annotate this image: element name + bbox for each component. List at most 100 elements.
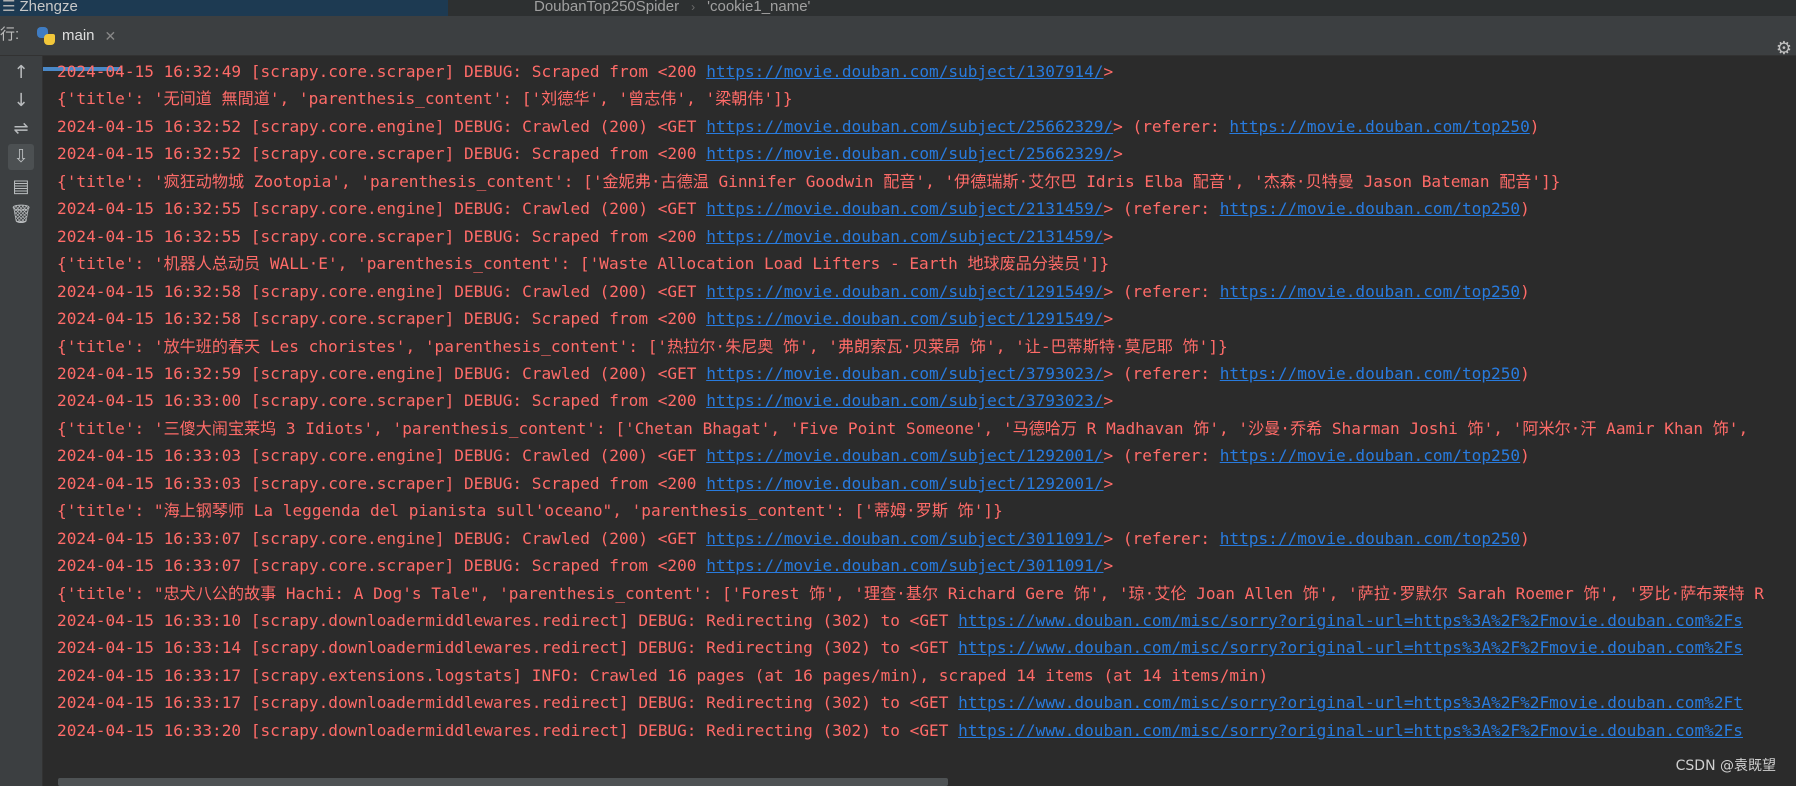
console-text: > — [1103, 309, 1114, 329]
console-text: 2024-04-15 16:32:59 [scrapy.core.engine]… — [57, 363, 707, 383]
scroll-to-end-icon[interactable]: ⇩ — [8, 144, 34, 170]
console-text: 2024-04-15 16:32:52 [scrapy.core.scraper… — [57, 144, 707, 164]
console-text: > — [1103, 62, 1114, 81]
console-link[interactable]: https://movie.douban.com/top250 — [1220, 199, 1520, 218]
console-link[interactable]: https://www.douban.com/misc/sorry?origin… — [958, 638, 1743, 657]
console-text: 2024-04-15 16:33:17 [scrapy.downloadermi… — [57, 693, 959, 713]
console-text: > (referer: — [1103, 363, 1220, 383]
console-text: 2024-04-15 16:32:55 [scrapy.core.scraper… — [57, 226, 707, 246]
console-link[interactable]: https://movie.douban.com/subject/3011091… — [706, 529, 1103, 548]
console-line: 2024-04-15 16:33:07 [scrapy.core.engine]… — [57, 528, 1530, 550]
close-icon[interactable]: ✕ — [105, 29, 117, 43]
console-link[interactable]: https://movie.douban.com/subject/1307914… — [706, 62, 1103, 81]
console-line: {'title': '机器人总动员 WALL·E', 'parenthesis_… — [57, 253, 1109, 275]
console-link[interactable]: https://movie.douban.com/subject/2566232… — [706, 144, 1113, 163]
console-text: 2024-04-15 16:33:10 [scrapy.downloadermi… — [57, 611, 959, 630]
console-line: {'title': '无间道 無間道', 'parenthesis_conten… — [57, 88, 793, 110]
console-link[interactable]: https://www.douban.com/misc/sorry?origin… — [958, 721, 1743, 740]
console-line: 2024-04-15 16:33:17 [scrapy.extensions.l… — [57, 665, 1268, 687]
console-link[interactable]: https://movie.douban.com/top250 — [1229, 117, 1529, 136]
console-text: {'title': '放牛班的春天 Les choristes', 'paren… — [57, 336, 1228, 356]
breadcrumb-symbol[interactable]: 'cookie1_name' — [707, 0, 810, 15]
console-text: > — [1113, 144, 1123, 164]
horizontal-scrollbar[interactable] — [58, 778, 948, 786]
console-text: {'title': "海上钢琴师 La leggenda del pianist… — [57, 501, 1003, 521]
console-link[interactable]: https://movie.douban.com/subject/3011091… — [706, 556, 1103, 575]
console-link[interactable]: https://movie.douban.com/top250 — [1220, 529, 1520, 548]
console-line: 2024-04-15 16:33:14 [scrapy.downloadermi… — [57, 637, 1743, 659]
console-text: > (referer: — [1103, 281, 1220, 301]
console-link[interactable]: https://movie.douban.com/subject/2566232… — [706, 117, 1113, 136]
console-link[interactable]: https://movie.douban.com/top250 — [1220, 364, 1520, 383]
console-link[interactable]: https://movie.douban.com/subject/1292001… — [706, 446, 1103, 465]
console-line: 2024-04-15 16:33:20 [scrapy.downloadermi… — [57, 720, 1743, 742]
console-line: 2024-04-15 16:33:03 [scrapy.core.scraper… — [57, 473, 1113, 495]
console-line: {'title': '疯狂动物城 Zootopia', 'parenthesis… — [57, 171, 1560, 193]
console-link[interactable]: https://movie.douban.com/top250 — [1220, 282, 1520, 301]
breadcrumb-file[interactable]: DoubanTop250Spider — [534, 0, 679, 15]
console-link[interactable]: https://movie.douban.com/subject/1292001… — [706, 474, 1103, 493]
console-text: > — [1103, 556, 1114, 576]
console-toolbar: ↑ ↓ ⇌ ⇩ ▤ 🗑 — [0, 56, 43, 786]
console-line: 2024-04-15 16:32:49 [scrapy.core.scraper… — [57, 61, 1113, 83]
project-panel-header[interactable]: ☰ Zhengze — [0, 0, 448, 16]
console-link[interactable]: https://www.douban.com/misc/sorry?origin… — [958, 693, 1743, 712]
console-text: > — [1103, 391, 1114, 411]
console-text: ) — [1520, 281, 1530, 301]
console-link[interactable]: https://movie.douban.com/subject/3793023… — [706, 391, 1103, 410]
trash-icon[interactable]: 🗑 — [8, 202, 34, 228]
console-line: 2024-04-15 16:32:55 [scrapy.core.scraper… — [57, 226, 1113, 248]
console-text: 2024-04-15 16:32:58 [scrapy.core.engine]… — [57, 281, 707, 301]
console-line: 2024-04-15 16:33:00 [scrapy.core.scraper… — [57, 390, 1113, 412]
console-text: 2024-04-15 16:32:49 [scrapy.core.scraper… — [57, 62, 707, 81]
console-output[interactable]: 2024-04-15 16:32:49 [scrapy.core.scraper… — [43, 56, 1796, 778]
print-icon[interactable]: ▤ — [8, 174, 34, 200]
console-line: 2024-04-15 16:33:17 [scrapy.downloadermi… — [57, 692, 1743, 714]
breadcrumb-separator-icon: › — [691, 0, 696, 14]
console-link[interactable]: https://movie.douban.com/subject/3793023… — [706, 364, 1103, 383]
console-text: {'title': '机器人总动员 WALL·E', 'parenthesis_… — [57, 254, 1110, 274]
console-text: > (referer: — [1103, 446, 1220, 466]
console-link[interactable]: https://www.douban.com/misc/sorry?origin… — [958, 611, 1743, 630]
breadcrumb: DoubanTop250Spider › 'cookie1_name' — [534, 0, 810, 16]
console-text: {'title': "忠犬八公的故事 Hachi: A Dog's Tale",… — [57, 583, 1764, 603]
down-arrow-icon[interactable]: ↓ — [8, 88, 34, 114]
console-line: 2024-04-15 16:32:52 [scrapy.core.scraper… — [57, 143, 1123, 165]
top-navigation-bar: ☰ Zhengze DoubanTop250Spider › 'cookie1_nam… — [0, 0, 1796, 16]
project-name: Zhengze — [19, 0, 78, 15]
console-text: > (referer: — [1103, 528, 1220, 548]
up-arrow-icon[interactable]: ↑ — [8, 60, 34, 86]
console-line: 2024-04-15 16:32:55 [scrapy.core.engine]… — [57, 198, 1530, 220]
console-line: {'title': '三傻大闹宝莱坞 3 Idiots', 'parenthes… — [57, 418, 1748, 440]
console-text: 2024-04-15 16:33:17 [scrapy.extensions.l… — [57, 665, 1269, 685]
console-text: > (referer: — [1113, 116, 1230, 136]
console-text: ) — [1520, 528, 1530, 548]
console-text: 2024-04-15 16:33:07 [scrapy.core.scraper… — [57, 556, 707, 576]
console-link[interactable]: https://movie.douban.com/subject/1291549… — [706, 282, 1103, 301]
tab-main[interactable]: main ✕ — [34, 20, 122, 51]
console-text: 2024-04-15 16:32:55 [scrapy.core.engine]… — [57, 199, 707, 219]
console-text: 2024-04-15 16:33:14 [scrapy.downloadermi… — [57, 638, 959, 658]
console-text: {'title': '疯狂动物城 Zootopia', 'parenthesis… — [57, 171, 1561, 191]
console-link[interactable]: https://movie.douban.com/subject/2131459… — [706, 227, 1103, 246]
console-text: 2024-04-15 16:33:07 [scrapy.core.engine]… — [57, 528, 707, 548]
console-text: 2024-04-15 16:32:58 [scrapy.core.scraper… — [57, 309, 707, 329]
console-text: 2024-04-15 16:33:03 [scrapy.core.scraper… — [57, 473, 707, 493]
console-text: > (referer: — [1103, 199, 1220, 219]
console-line: 2024-04-15 16:32:59 [scrapy.core.engine]… — [57, 363, 1530, 385]
soft-wrap-icon[interactable]: ⇌ — [8, 116, 34, 142]
console-text: ) — [1529, 116, 1540, 136]
console-text: {'title': '三傻大闹宝莱坞 3 Idiots', 'parenthes… — [57, 418, 1749, 438]
console-text: > — [1103, 473, 1114, 493]
console-text: {'title': '无间道 無間道', 'parenthesis_conten… — [57, 89, 793, 109]
console-line: 2024-04-15 16:33:10 [scrapy.downloadermi… — [57, 610, 1743, 632]
console-link[interactable]: https://movie.douban.com/subject/1291549… — [706, 309, 1103, 328]
console-line: 2024-04-15 16:32:58 [scrapy.core.engine]… — [57, 281, 1530, 303]
console-text: 2024-04-15 16:32:52 [scrapy.core.engine]… — [57, 116, 707, 136]
console-link[interactable]: https://movie.douban.com/subject/2131459… — [706, 199, 1103, 218]
console-line: 2024-04-15 16:32:58 [scrapy.core.scraper… — [57, 308, 1113, 330]
console-link[interactable]: https://movie.douban.com/top250 — [1220, 446, 1520, 465]
tab-label: main — [62, 26, 95, 44]
console-text: 2024-04-15 16:33:00 [scrapy.core.scraper… — [57, 391, 707, 411]
console-text: 2024-04-15 16:33:20 [scrapy.downloadermi… — [57, 720, 959, 740]
